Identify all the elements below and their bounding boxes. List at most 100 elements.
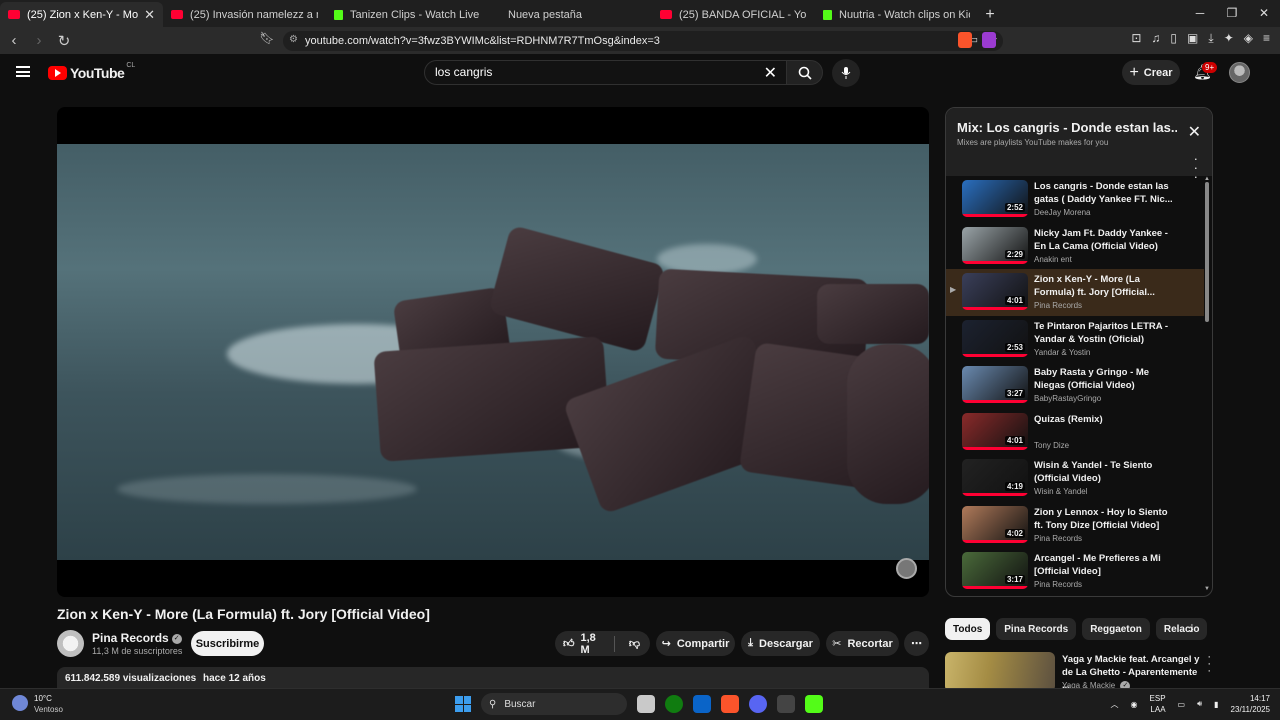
- filter-chip[interactable]: Reggaeton: [1082, 618, 1150, 640]
- discord-icon[interactable]: [749, 695, 767, 713]
- playlist-thumbnail[interactable]: 4:02: [962, 505, 1028, 543]
- chevron-right-icon[interactable]: ›: [1189, 620, 1194, 636]
- volume-icon[interactable]: 🔊︎: [1197, 699, 1202, 709]
- site-info-icon[interactable]: ⚙︎: [289, 34, 298, 45]
- taskbar-search[interactable]: ⚲ Buscar: [481, 693, 627, 715]
- playlist-item-title[interactable]: Wisin & Yandel - Te Siento (Official Vid…: [1034, 459, 1174, 485]
- browser-tab[interactable]: (25) Invasión namelezz a nwa | DOVU: [163, 2, 326, 27]
- close-icon[interactable]: ✕: [1188, 122, 1201, 142]
- like-button[interactable]: 👍︎ 1,8 M: [563, 632, 598, 656]
- hamburger-menu-icon[interactable]: [16, 66, 30, 77]
- filter-chip[interactable]: Pina Records: [996, 618, 1077, 640]
- filter-chip[interactable]: Relacio: [1155, 618, 1208, 640]
- tray-app-icon[interactable]: ◉: [1131, 700, 1138, 709]
- download-button[interactable]: ⤓ Descargar: [741, 631, 820, 656]
- playlist-item-title[interactable]: Zion x Ken-Y - More (La Formula) ft. Jor…: [1034, 273, 1174, 299]
- sidebar-icon[interactable]: ▯: [1170, 31, 1177, 46]
- playlist-item-title[interactable]: Baby Rasta y Gringo - Me Niegas (Officia…: [1034, 366, 1174, 392]
- playlist-item-title[interactable]: Quizas (Remix): [1034, 413, 1174, 426]
- browser-tab[interactable]: Tanizen Clips - Watch Live on Kick: [326, 2, 489, 27]
- create-button[interactable]: + Crear: [1122, 60, 1180, 85]
- maximize-button[interactable]: ❐: [1216, 0, 1248, 27]
- playlist-thumbnail[interactable]: 3:17: [962, 552, 1028, 589]
- playlist-item[interactable]: 3:17 Arcangel - Me Prefieres a Mi [Offici…: [946, 548, 1204, 595]
- playlist-item[interactable]: 2:53 Te Pintaron Pajaritos LETRA - Yandar…: [946, 316, 1204, 363]
- search-button[interactable]: [786, 60, 823, 85]
- back-icon[interactable]: ‹: [3, 32, 25, 49]
- recommended-thumbnail[interactable]: [945, 652, 1055, 692]
- playlist-item[interactable]: 2:52 Los cangris - Donde estan las gatas …: [946, 176, 1204, 223]
- clock[interactable]: 14:17 23/11/2025: [1231, 693, 1270, 715]
- downloads-icon[interactable]: ⤓: [1208, 31, 1213, 46]
- forward-icon[interactable]: ›: [28, 32, 50, 49]
- scroll-down-icon[interactable]: ▼: [1204, 586, 1210, 592]
- weather-widget[interactable]: 10°C Ventoso: [12, 693, 63, 715]
- vpn-icon[interactable]: ◈: [1244, 31, 1253, 46]
- browser-tab[interactable]: (25) BANDA OFICIAL - YouTube: [652, 2, 815, 27]
- xbox-icon[interactable]: [665, 695, 683, 713]
- new-tab-button[interactable]: +: [978, 2, 1002, 27]
- minimize-button[interactable]: ─: [1184, 0, 1216, 27]
- brave-shield-icon[interactable]: [958, 32, 972, 48]
- kick-app-icon[interactable]: [805, 695, 823, 713]
- menu-icon[interactable]: ≡: [1263, 31, 1270, 46]
- rewards-icon[interactable]: [982, 32, 996, 48]
- channel-watermark[interactable]: [896, 558, 917, 579]
- reload-icon[interactable]: ↻: [53, 32, 75, 50]
- brave-browser-icon[interactable]: [721, 695, 739, 713]
- playlist-thumbnail[interactable]: 3:27: [962, 366, 1028, 403]
- playlist-thumbnail[interactable]: 4:01: [962, 412, 1028, 450]
- music-icon[interactable]: ♫: [1151, 31, 1160, 46]
- battery-icon[interactable]: ▮: [1214, 700, 1218, 709]
- language-indicator[interactable]: ESP LAA: [1150, 693, 1166, 715]
- dislike-button[interactable]: 👎︎: [629, 637, 640, 650]
- playlist-thumbnail[interactable]: 4:01: [962, 273, 1028, 310]
- close-tab-icon[interactable]: ✕: [144, 7, 155, 23]
- playlist-item-title[interactable]: Nicky Jam Ft. Daddy Yankee - En La Cama …: [1034, 227, 1174, 253]
- more-actions-button[interactable]: ⋯: [904, 631, 929, 656]
- channel-name[interactable]: Pina Records ✓: [92, 631, 182, 645]
- account-avatar[interactable]: [1229, 62, 1250, 83]
- youtube-logo[interactable]: YouTube CL: [48, 62, 135, 81]
- recommended-video[interactable]: Yaga y Mackie feat. Arcangel y de La Ghe…: [945, 652, 1213, 692]
- playlist-item[interactable]: 4:02 Zion y Lennox - Hoy lo Siento ft. To…: [946, 502, 1204, 549]
- bookmark-icon[interactable]: 🔖︎: [256, 31, 278, 45]
- playlist-thumbnail[interactable]: 2:29: [962, 226, 1028, 264]
- playlist-item[interactable]: 3:27 Baby Rasta y Gringo - Me Niegas (Off…: [946, 362, 1204, 409]
- mix-title[interactable]: Mix: Los cangris - Donde estan las...: [957, 120, 1177, 135]
- browser-tab[interactable]: (25) Zion x Ken-Y - More (La Formula) ✕: [0, 2, 163, 27]
- wallet-icon[interactable]: ▣: [1187, 31, 1198, 46]
- filter-chip[interactable]: Todos: [945, 618, 991, 640]
- playlist-item[interactable]: 4:01 Quizas (Remix) Tony Dize: [946, 409, 1204, 456]
- share-button[interactable]: ↪ Compartir: [656, 631, 735, 656]
- playlist-item-title[interactable]: Los cangris - Donde estan las gatas ( Da…: [1034, 180, 1174, 206]
- file-explorer-icon[interactable]: [637, 695, 655, 713]
- subscribe-button[interactable]: Suscribirme: [191, 631, 264, 656]
- channel-avatar[interactable]: [57, 630, 84, 657]
- voice-search-button[interactable]: [832, 59, 860, 87]
- playlist-thumbnail[interactable]: 2:53: [962, 319, 1028, 357]
- close-window-button[interactable]: ✕: [1248, 0, 1280, 27]
- playlist-thumbnail[interactable]: 2:52: [962, 180, 1028, 217]
- leo-icon[interactable]: ✦: [1224, 31, 1234, 46]
- playlist-thumbnail[interactable]: 4:19: [962, 459, 1028, 496]
- playlist-item-title[interactable]: Te Pintaron Pajaritos LETRA - Yandar & Y…: [1034, 320, 1174, 346]
- playlist-item-title[interactable]: Arcangel - Me Prefieres a Mi [Official V…: [1034, 552, 1174, 578]
- playlist-scrollbar[interactable]: [1205, 182, 1209, 322]
- playlist-item[interactable]: 2:29 Nicky Jam Ft. Daddy Yankee - En La C…: [946, 223, 1204, 270]
- url-field[interactable]: ⚙︎ youtube.com/watch?v=3fwz3BYWIMc&list=…: [283, 31, 1003, 51]
- search-input[interactable]: [435, 65, 755, 79]
- video-player[interactable]: [57, 107, 929, 597]
- clear-search-icon[interactable]: ✕: [764, 63, 777, 83]
- network-icon[interactable]: ▭: [1178, 700, 1186, 709]
- outlook-icon[interactable]: [693, 695, 711, 713]
- chevron-up-icon[interactable]: ︿: [1111, 699, 1119, 710]
- playlist-item-title[interactable]: Zion y Lennox - Hoy lo Siento ft. Tony D…: [1034, 506, 1174, 532]
- screenshot-icon[interactable]: ⊡: [1131, 31, 1141, 46]
- more-vert-icon[interactable]: · · ·: [1207, 652, 1211, 677]
- playlist-item[interactable]: 4:19 Wisin & Yandel - Te Siento (Official…: [946, 455, 1204, 502]
- browser-tab[interactable]: Nueva pestaña: [489, 2, 652, 27]
- app-icon[interactable]: [777, 695, 795, 713]
- playlist-item[interactable]: ▶ 4:01 Zion x Ken-Y - More (La Formula) ft…: [946, 269, 1204, 316]
- windows-start-icon[interactable]: [455, 696, 471, 712]
